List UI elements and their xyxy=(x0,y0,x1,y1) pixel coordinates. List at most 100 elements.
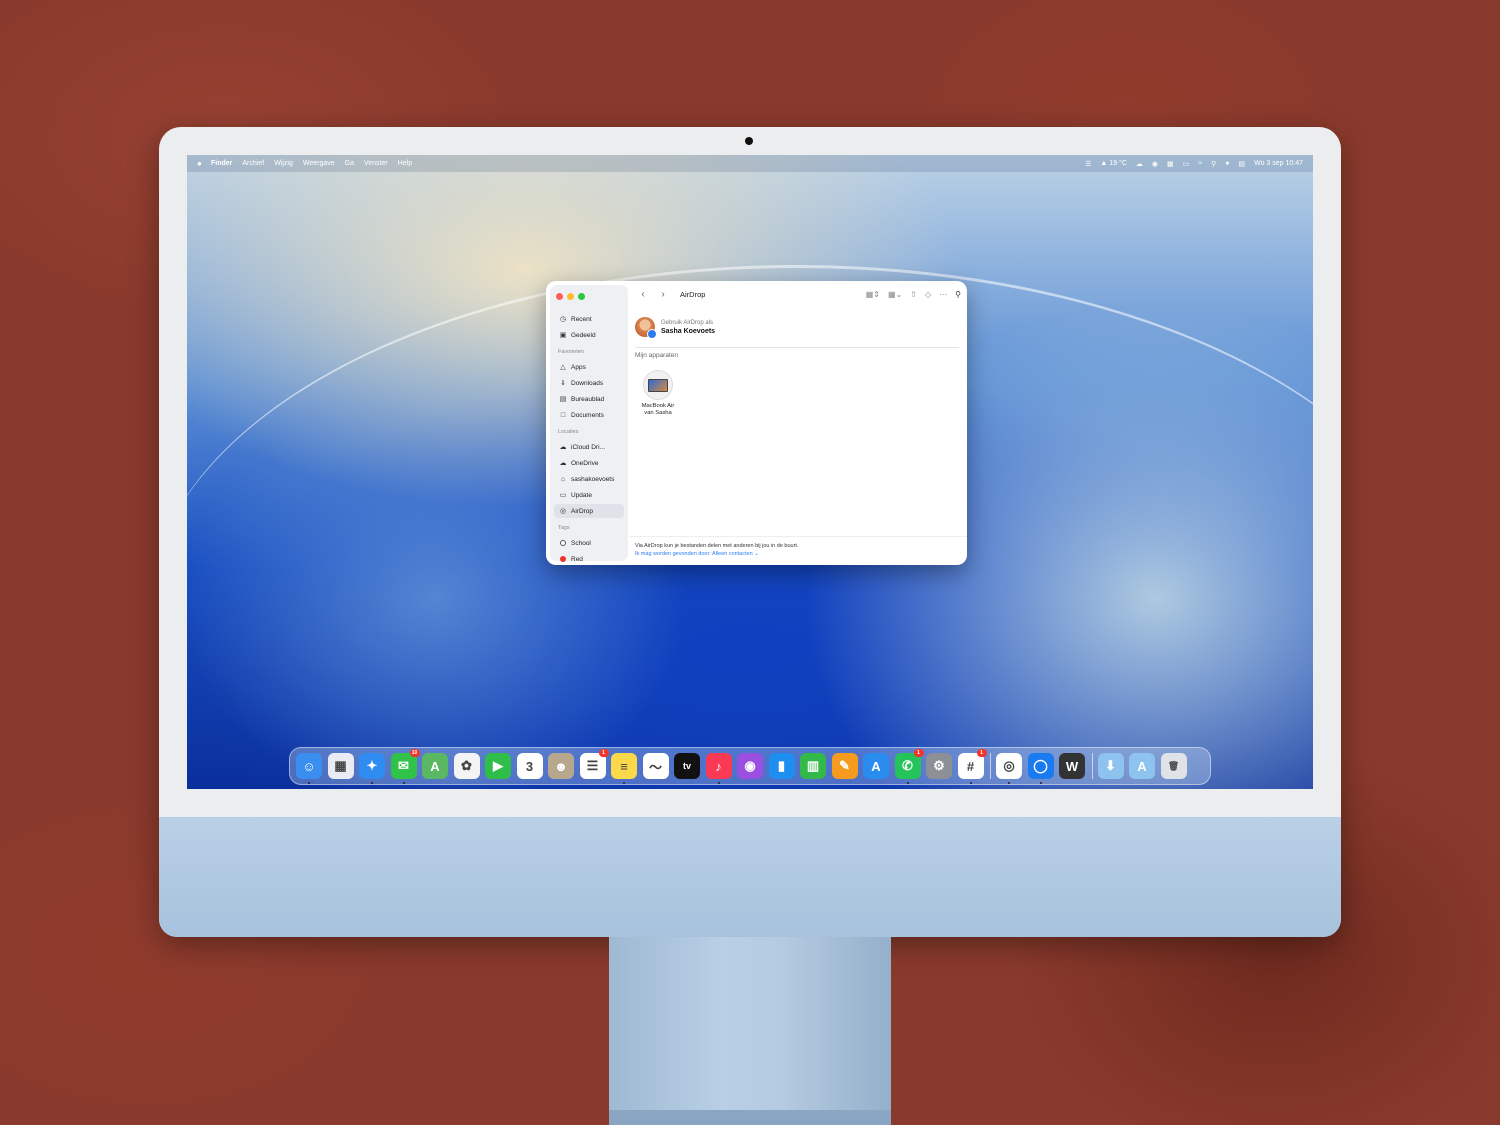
sidebar-item-airdrop[interactable]: ◎ AirDrop xyxy=(554,504,624,518)
creative-cloud-icon[interactable]: ☁ xyxy=(1136,160,1143,168)
menu-ga[interactable]: Ga xyxy=(345,160,354,167)
more-icon[interactable]: ⋯ xyxy=(939,290,947,299)
sidebar-item-label: Bureaublad xyxy=(571,395,605,403)
siri-icon[interactable]: ● xyxy=(1225,160,1229,167)
minimize-button[interactable] xyxy=(567,293,574,300)
share-icon[interactable]: ⇧ xyxy=(910,290,917,299)
dock-pages-icon[interactable]: ✎ xyxy=(831,753,858,779)
menu-venster[interactable]: Venster xyxy=(364,160,388,167)
sidebar-item-tag-red[interactable]: Red xyxy=(554,552,624,565)
screen-icon[interactable]: ▦ xyxy=(1167,160,1174,168)
notification-badge: 1 xyxy=(598,749,609,757)
dock-calendar-icon[interactable]: 3 xyxy=(516,753,543,779)
dock-podcasts-icon[interactable]: ◉ xyxy=(737,753,763,779)
stage-icon[interactable]: ☰ xyxy=(1085,160,1091,168)
menu-wijzig[interactable]: Wijzig xyxy=(274,160,293,167)
dock-tv-icon[interactable]: tv xyxy=(674,753,700,779)
weather-widget[interactable]: ▲ 19 °C xyxy=(1100,160,1126,167)
dock-messages-icon[interactable]: ✉ 10 xyxy=(390,749,420,784)
dock-downloads-folder-icon[interactable]: ⬇ xyxy=(1097,753,1124,779)
search-icon[interactable]: ⚲ xyxy=(1211,160,1216,168)
dock-launchpad-icon[interactable]: ▦ xyxy=(327,753,354,779)
dock-app-icon[interactable]: W xyxy=(1059,753,1085,779)
apple-icon[interactable]: ● xyxy=(197,159,205,168)
dock-music-icon[interactable]: ♪ xyxy=(705,753,732,784)
dock-keynote-icon[interactable]: ▮ xyxy=(768,753,795,779)
sidebar-item-icloud[interactable]: ☁ iCloud Dri... xyxy=(554,440,624,454)
apps-folder-icon: A xyxy=(1137,758,1147,774)
tag-icon[interactable]: ◇ xyxy=(925,290,931,299)
tag-dot-icon xyxy=(560,556,566,562)
menu-weergave[interactable]: Weergave xyxy=(303,160,335,167)
dock-freeform-icon[interactable]: 〜 xyxy=(642,753,669,779)
menu-help[interactable]: Help xyxy=(398,160,412,167)
dock-settings-icon[interactable]: ⚙ xyxy=(926,753,952,779)
sidebar-item-label: Recent xyxy=(571,315,592,323)
dock-maps-icon[interactable]: A xyxy=(422,753,448,779)
window-title: AirDrop xyxy=(680,289,706,299)
desktop: ● Finder Archief Wijzig Weergave Ga Vens… xyxy=(187,155,1313,789)
messages-icon: ✉ xyxy=(398,758,409,773)
dock-numbers-icon[interactable]: ▥ xyxy=(800,753,826,779)
dock-whatsapp-icon[interactable]: ✆ 1 xyxy=(894,749,924,784)
view-mode-icon[interactable]: ▦⇕ xyxy=(866,290,880,299)
forward-icon[interactable]: › xyxy=(656,289,670,300)
sidebar-item-desktop[interactable]: ▤ Bureaublad xyxy=(554,392,624,406)
device-circle xyxy=(643,370,673,400)
sidebar-item-onedrive[interactable]: ☁ OneDrive xyxy=(554,456,624,470)
sidebar-item-shared[interactable]: ▣ Gedeeld xyxy=(554,328,624,342)
sidebar-item-label: AirDrop xyxy=(571,507,594,515)
sidebar-item-label: OneDrive xyxy=(571,459,599,467)
dock-photos-icon[interactable]: ✿ xyxy=(453,753,480,779)
contacts-icon: ☻ xyxy=(554,758,568,774)
running-indicator xyxy=(1008,782,1010,784)
home-icon: ⌂ xyxy=(560,475,566,483)
clock[interactable]: Wo 3 sep 10:47 xyxy=(1254,160,1303,167)
menu-archief[interactable]: Archief xyxy=(242,160,264,167)
device-macbook-air[interactable]: MacBook Air van Sasha xyxy=(636,370,680,417)
appstore-icon: A xyxy=(871,758,881,774)
sidebar-item-documents[interactable]: □ Documents xyxy=(554,408,624,422)
dock-contacts-icon[interactable]: ☻ xyxy=(548,753,574,779)
zoom-button[interactable] xyxy=(578,293,585,300)
running-indicator xyxy=(308,782,310,784)
wifi-icon[interactable]: ≈ xyxy=(1198,160,1202,167)
sidebar-item-apps[interactable]: △ Apps xyxy=(554,360,624,374)
music-icon: ♪ xyxy=(715,758,722,774)
discoverable-label: Ik mag worden gevonden door: Alleen cont… xyxy=(635,551,753,557)
dock-appstore-icon[interactable]: A xyxy=(863,753,889,779)
dock-finder-icon[interactable]: ☺ xyxy=(296,753,322,784)
control-center-icon[interactable]: ▤ xyxy=(1238,160,1245,168)
trash-icon: 🗑 xyxy=(1167,760,1180,771)
sidebar-item-update[interactable]: ▭ Update xyxy=(554,488,624,502)
notification-badge: 1 xyxy=(976,749,987,757)
dock-apps-folder-icon[interactable]: A xyxy=(1129,753,1155,779)
menu-app-name[interactable]: Finder xyxy=(211,160,232,167)
running-indicator xyxy=(717,782,720,784)
dock-safari-icon[interactable]: ✦ xyxy=(359,753,385,784)
discoverable-dropdown[interactable]: Ik mag worden gevonden door: Alleen cont… xyxy=(635,551,759,557)
dock-reminders-icon[interactable]: ☰ 1 xyxy=(579,749,609,779)
back-icon[interactable]: ‹ xyxy=(636,289,650,300)
dock-notes-icon[interactable]: ≡ xyxy=(611,753,637,784)
dock-app-icon[interactable]: ◯ xyxy=(1027,753,1054,784)
dock-facetime-icon[interactable]: ▶ xyxy=(485,753,511,779)
sidebar-item-recent[interactable]: ◷ Recent xyxy=(554,312,624,326)
notes-icon: ≡ xyxy=(620,758,628,774)
dock-slack-icon[interactable]: #1 xyxy=(957,749,987,784)
dock-chrome-icon[interactable]: ◎ xyxy=(996,753,1022,784)
sidebar-item-downloads[interactable]: ⇓ Downloads xyxy=(554,376,624,390)
user-icon[interactable]: ◉ xyxy=(1152,160,1158,168)
sidebar-item-tag-school[interactable]: School xyxy=(554,536,624,550)
pages-icon: ✎ xyxy=(839,758,850,773)
group-icon[interactable]: ▦⌄ xyxy=(888,290,902,299)
device-name-line2: van Sasha xyxy=(644,410,672,416)
battery-icon[interactable]: ▭ xyxy=(1183,160,1190,168)
calendar-icon: 3 xyxy=(525,758,534,774)
search-icon[interactable]: ⚲ xyxy=(955,290,961,299)
close-button[interactable] xyxy=(556,293,563,300)
running-indicator xyxy=(402,782,405,784)
dock-trash-icon[interactable]: 🗑 xyxy=(1160,753,1187,779)
sidebar-item-home[interactable]: ⌂ sashakoevoets xyxy=(554,472,624,486)
sidebar-section-favorites: Favorieten xyxy=(558,349,584,355)
